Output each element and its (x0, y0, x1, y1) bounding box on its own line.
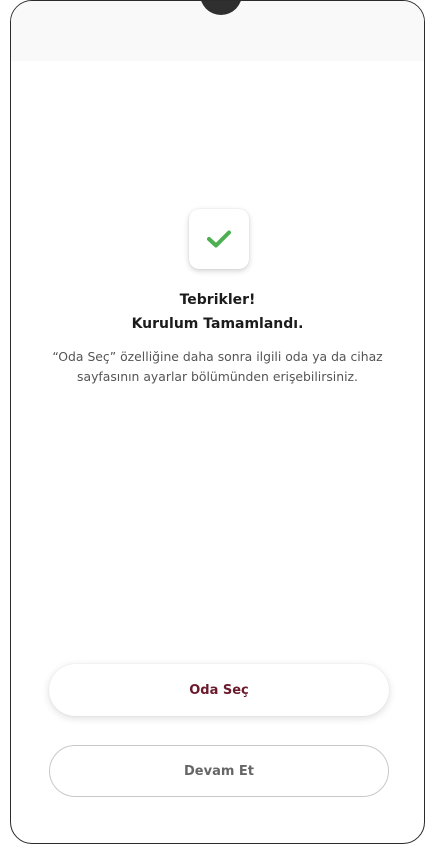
phone-frame: Tebrikler! Kurulum Tamamlandı. “Oda Seç”… (10, 0, 425, 844)
select-room-button[interactable]: Oda Seç (49, 664, 389, 716)
continue-button-label: Devam Et (183, 763, 255, 779)
select-room-button-label: Oda Seç (189, 682, 249, 698)
success-subtitle: Kurulum Tamamlandı. (131, 316, 304, 332)
success-title: Tebrikler! (179, 292, 256, 308)
success-card (189, 209, 249, 269)
continue-button[interactable]: Devam Et (49, 745, 389, 797)
check-icon (207, 230, 231, 248)
success-description: “Oda Seç” özelliğine daha sonra ilgili o… (52, 349, 383, 384)
